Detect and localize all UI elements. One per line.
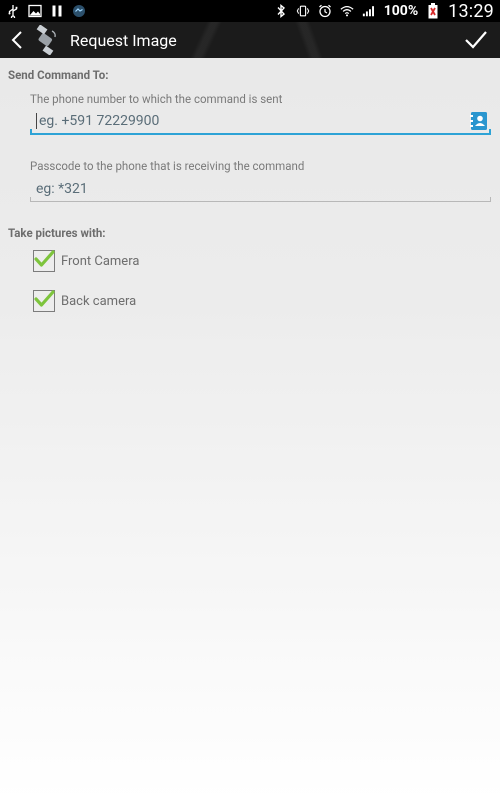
usb-icon <box>6 4 20 18</box>
battery-icon <box>426 3 440 19</box>
wifi-icon <box>340 4 354 18</box>
chevron-left-icon[interactable] <box>6 22 28 58</box>
pause-icon <box>50 4 64 18</box>
satellite-icon[interactable] <box>30 25 60 55</box>
contact-book-icon[interactable] <box>469 111 489 131</box>
page-title: Request Image <box>70 30 177 50</box>
check-icon[interactable] <box>462 26 490 54</box>
back-camera-checkbox[interactable] <box>33 290 55 312</box>
phone-number-input[interactable] <box>37 113 469 129</box>
image-icon <box>28 4 42 18</box>
status-bar-right: 100% 13:29 <box>274 1 494 22</box>
clock: 13:29 <box>448 0 494 22</box>
passcode-label: Passcode to the phone that is receiving … <box>30 159 305 173</box>
take-pictures-header: Take pictures with: <box>8 226 106 240</box>
front-camera-checkbox[interactable] <box>33 250 55 272</box>
vibrate-icon <box>296 4 310 18</box>
passcode-field[interactable] <box>30 176 491 202</box>
phone-number-field[interactable] <box>30 109 491 135</box>
back-camera-option[interactable]: Back camera <box>33 290 136 312</box>
front-camera-label: Front Camera <box>61 253 140 269</box>
send-command-header: Send Command To: <box>8 68 109 82</box>
front-camera-option[interactable]: Front Camera <box>33 250 139 272</box>
action-bar: Request Image <box>0 22 500 58</box>
back-camera-label: Back camera <box>61 293 137 309</box>
alarm-icon <box>318 4 332 18</box>
phone-number-label: The phone number to which the command is… <box>30 92 283 106</box>
signal-icon <box>362 4 376 18</box>
checkmark-icon <box>34 290 55 307</box>
app-notification-icon <box>72 4 86 18</box>
bluetooth-icon <box>274 4 288 18</box>
status-bar-left <box>6 4 86 18</box>
status-bar: 100% 13:29 <box>0 0 500 22</box>
checkmark-icon <box>34 250 55 267</box>
battery-percentage: 100% <box>383 3 419 19</box>
passcode-input[interactable] <box>30 180 466 197</box>
